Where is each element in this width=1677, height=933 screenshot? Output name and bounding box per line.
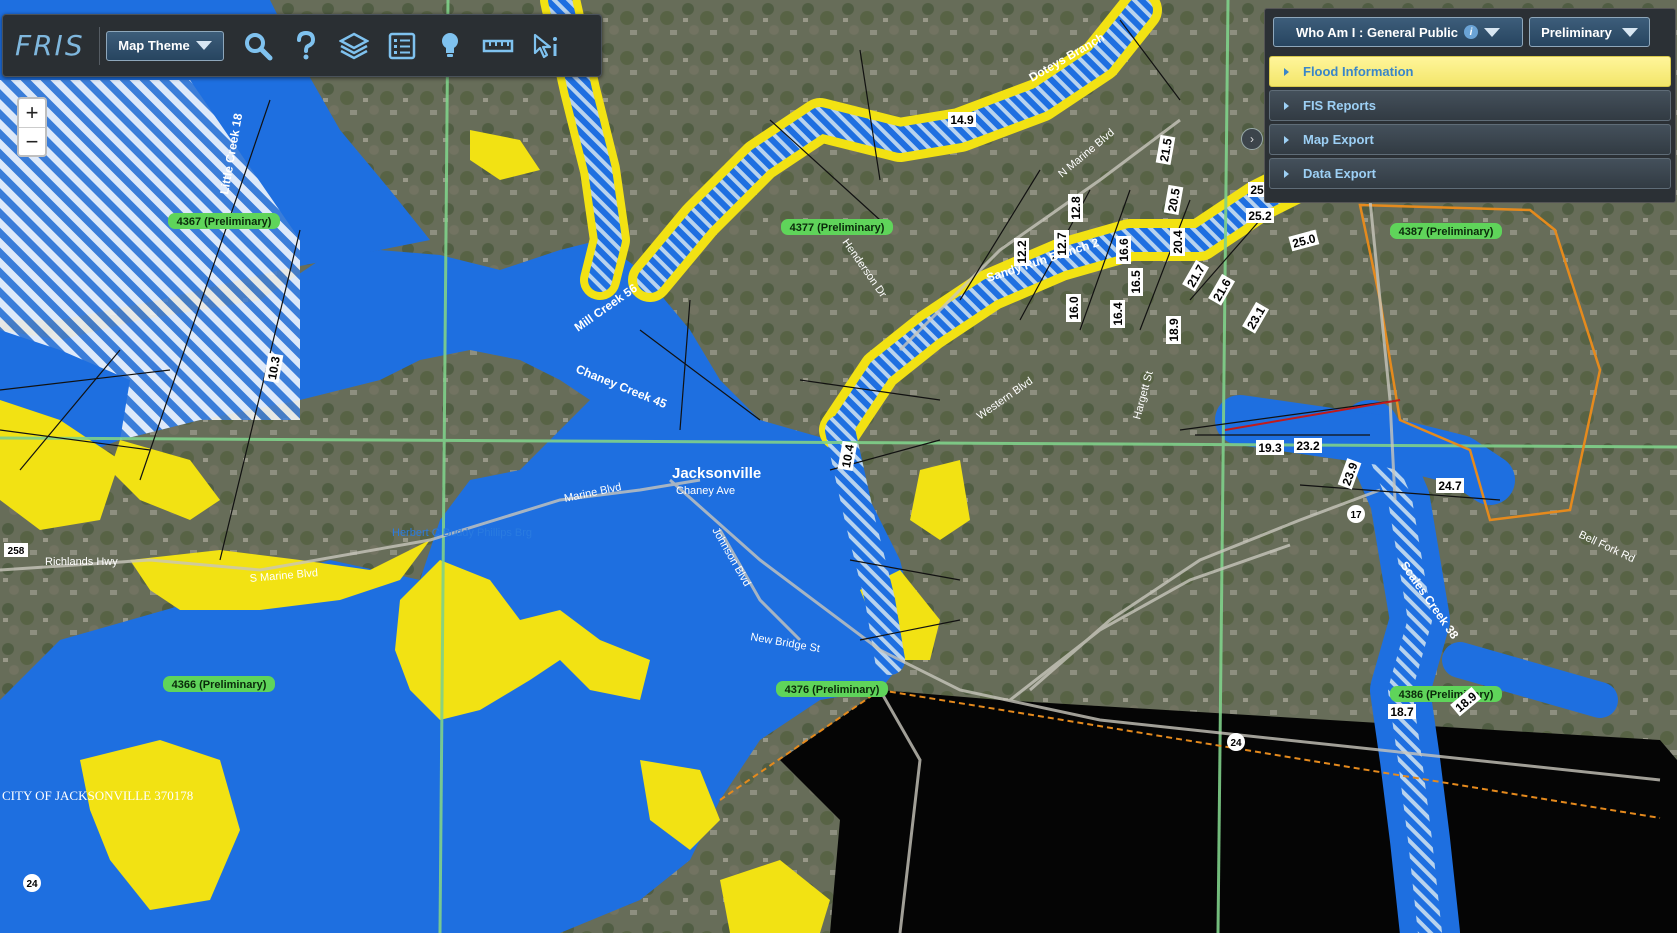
- data-status-dropdown[interactable]: Preliminary: [1529, 17, 1650, 47]
- bfe-label: 16.4: [1111, 302, 1125, 326]
- who-am-i-label: Who Am I : General Public: [1295, 24, 1459, 40]
- section-label: Map Export: [1303, 132, 1374, 147]
- section-label: Data Export: [1303, 166, 1376, 181]
- bfe-label: 14.9: [950, 113, 974, 127]
- layers-icon[interactable]: [330, 22, 378, 70]
- bfe-label: 23.2: [1296, 439, 1320, 453]
- caret-right-icon: [1284, 67, 1289, 76]
- section-map-export[interactable]: Map Export: [1269, 124, 1671, 155]
- chevron-down-icon: [1484, 27, 1501, 37]
- bfe-label: 16.5: [1129, 270, 1143, 294]
- toolbar-divider: [99, 26, 100, 65]
- bfe-label: 18.9: [1167, 318, 1181, 342]
- panel-label-4387: 4387 (Preliminary): [1390, 223, 1502, 239]
- section-flood-information[interactable]: Flood Information: [1269, 56, 1671, 87]
- data-status-label: Preliminary: [1541, 24, 1612, 40]
- panel-label-4367: 4367 (Preliminary): [168, 213, 280, 229]
- bfe-label: 16.6: [1117, 238, 1131, 262]
- bfe-label: 18.7: [1390, 705, 1414, 719]
- route-shield-label: 258: [8, 546, 25, 557]
- chevron-right-icon[interactable]: ›: [1241, 128, 1263, 150]
- identify-icon[interactable]: [522, 22, 570, 70]
- bfe-label: 19.3: [1258, 441, 1282, 455]
- map-theme-label: Map Theme: [118, 38, 190, 53]
- panel-label-4377-text: 4377 (Preliminary): [790, 222, 885, 234]
- panel-label-4386: 4386 (Preliminary): [1390, 686, 1502, 702]
- route-shield-label: 17: [1350, 510, 1362, 521]
- bfe-label: 16.0: [1067, 296, 1081, 320]
- legend-icon[interactable]: [378, 22, 426, 70]
- fris-logo: FRIS: [15, 29, 85, 62]
- zoom-in-button[interactable]: +: [19, 99, 45, 128]
- panel-label-4367-text: 4367 (Preliminary): [177, 216, 272, 228]
- main-toolbar: FRIS Map Theme: [2, 14, 602, 77]
- bfe-label: 12.2: [1015, 240, 1029, 264]
- chevron-down-icon: [1621, 27, 1638, 37]
- route-shield-label: 24: [26, 879, 38, 890]
- caret-right-icon: [1284, 135, 1289, 144]
- map-theme-button[interactable]: Map Theme: [106, 30, 224, 61]
- bfe-label: 12.8: [1069, 196, 1083, 220]
- info-icon[interactable]: i: [1464, 25, 1479, 39]
- city-limit-label: CITY OF JACKSONVILLE 370178: [2, 788, 193, 803]
- caret-right-icon: [1284, 101, 1289, 110]
- panel-label-4387-text: 4387 (Preliminary): [1399, 226, 1494, 238]
- panel-label-4377: 4377 (Preliminary): [781, 219, 893, 235]
- help-icon[interactable]: [282, 22, 330, 70]
- side-panel: Who Am I : General Public i Preliminary …: [1264, 8, 1676, 203]
- panel-label-4376: 4376 (Preliminary): [776, 681, 888, 697]
- section-data-export[interactable]: Data Export: [1269, 158, 1671, 189]
- city-name: Jacksonville: [672, 465, 761, 482]
- place-label: Herbert C Buddy Phillips Brg: [392, 527, 532, 539]
- street-label: Richlands Hwy: [45, 556, 118, 568]
- panel-label-4366-text: 4366 (Preliminary): [172, 679, 267, 691]
- route-shield-label: 24: [1230, 738, 1242, 749]
- search-icon[interactable]: [234, 22, 282, 70]
- lightbulb-icon[interactable]: [426, 22, 474, 70]
- panel-header: Who Am I : General Public i Preliminary: [1265, 9, 1675, 53]
- bfe-label: 25.2: [1248, 209, 1272, 223]
- zoom-control: + −: [17, 97, 47, 157]
- section-label: Flood Information: [1303, 64, 1414, 79]
- street-label: Chaney Ave: [676, 485, 735, 497]
- section-fis-reports[interactable]: FIS Reports: [1269, 90, 1671, 121]
- bfe-label: 24.7: [1438, 479, 1462, 493]
- caret-right-icon: [1284, 169, 1289, 178]
- section-label: FIS Reports: [1303, 98, 1376, 113]
- bfe-label: 12.7: [1055, 232, 1069, 256]
- zoom-out-button[interactable]: −: [19, 128, 45, 156]
- bfe-label: 20.4: [1171, 230, 1185, 254]
- panel-label-4376-text: 4376 (Preliminary): [785, 684, 880, 696]
- panel-label-4366: 4366 (Preliminary): [163, 676, 275, 692]
- who-am-i-dropdown[interactable]: Who Am I : General Public i: [1273, 17, 1523, 47]
- measure-icon[interactable]: [474, 22, 522, 70]
- chevron-down-icon: [195, 41, 212, 50]
